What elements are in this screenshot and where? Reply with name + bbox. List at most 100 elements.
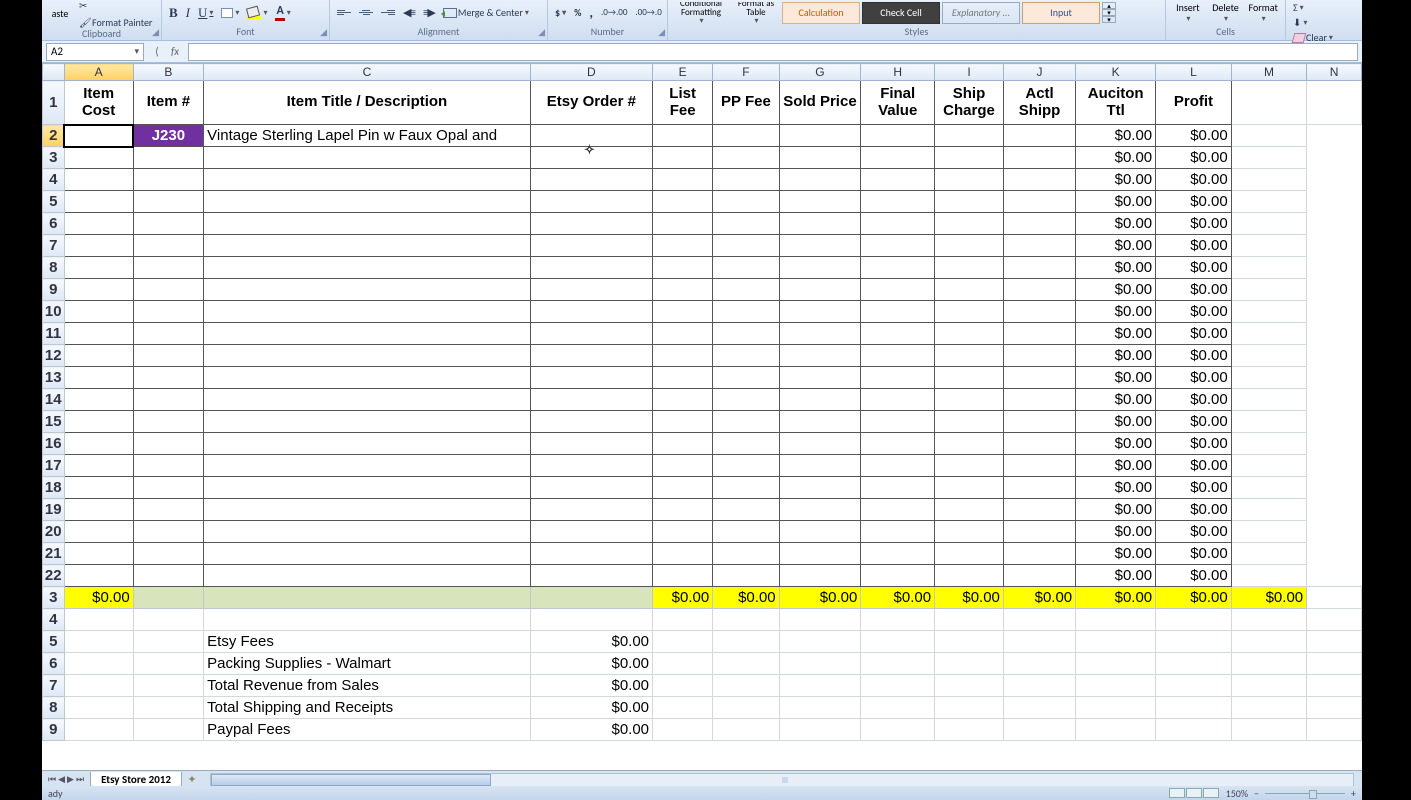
style-explanatory[interactable]: Explanatory ... (942, 2, 1020, 24)
summary-label[interactable]: Paypal Fees (204, 719, 531, 741)
cell[interactable] (935, 235, 1004, 257)
cell[interactable] (530, 499, 652, 521)
cell[interactable] (1076, 719, 1156, 741)
row-header[interactable]: 10 (43, 301, 65, 323)
cell[interactable] (935, 345, 1004, 367)
align-right-button[interactable] (378, 9, 398, 16)
cell[interactable] (1231, 257, 1306, 279)
header-cell[interactable]: Sold Price (779, 81, 861, 125)
cell[interactable] (133, 389, 203, 411)
dialog-launcher-icon[interactable]: ◢ (152, 27, 159, 38)
cell[interactable]: $0.00 (1076, 521, 1156, 543)
cell[interactable] (1231, 169, 1306, 191)
cell[interactable] (779, 367, 861, 389)
cell[interactable] (1231, 653, 1306, 675)
header-cell[interactable]: Ship Charge (935, 81, 1004, 125)
cell[interactable]: $0.00 (1156, 543, 1232, 565)
cell[interactable] (861, 499, 935, 521)
cell[interactable] (1076, 675, 1156, 697)
cell[interactable] (779, 631, 861, 653)
cell[interactable] (204, 301, 531, 323)
cell[interactable] (935, 675, 1004, 697)
cell[interactable] (861, 433, 935, 455)
cell[interactable] (133, 411, 203, 433)
cell[interactable] (935, 191, 1004, 213)
cell[interactable]: $0.00 (1076, 169, 1156, 191)
header-cell[interactable]: Item Cost (64, 81, 133, 125)
cell[interactable] (1231, 719, 1306, 741)
cell[interactable] (1003, 125, 1075, 147)
cell[interactable]: $0.00 (1156, 521, 1232, 543)
cell[interactable] (133, 367, 203, 389)
cell[interactable] (1156, 697, 1232, 719)
cell[interactable] (861, 323, 935, 345)
cell[interactable] (1076, 609, 1156, 631)
cell[interactable] (1003, 433, 1075, 455)
cell[interactable] (1307, 675, 1362, 697)
cell[interactable] (935, 499, 1004, 521)
cell[interactable] (653, 433, 713, 455)
cell[interactable] (530, 455, 652, 477)
cell[interactable] (779, 257, 861, 279)
row-header[interactable]: 17 (43, 455, 65, 477)
cell[interactable] (64, 499, 133, 521)
cell[interactable] (133, 653, 203, 675)
header-cell[interactable]: Etsy Order # (530, 81, 652, 125)
align-center-button[interactable] (356, 9, 376, 16)
cell[interactable] (64, 279, 133, 301)
summary-value[interactable]: $0.00 (530, 697, 652, 719)
underline-button[interactable]: U▾ (195, 4, 216, 22)
cell[interactable] (530, 323, 652, 345)
cell[interactable] (133, 433, 203, 455)
cell[interactable] (133, 257, 203, 279)
cell[interactable] (653, 521, 713, 543)
style-check-cell[interactable]: Check Cell (862, 2, 940, 24)
cell[interactable] (713, 235, 779, 257)
cell[interactable] (1003, 697, 1075, 719)
cell[interactable] (861, 653, 935, 675)
cell[interactable] (133, 697, 203, 719)
cell[interactable] (861, 455, 935, 477)
delete-button[interactable]: Delete▾ (1208, 1, 1244, 24)
style-input[interactable]: Input (1022, 2, 1100, 24)
cell[interactable] (779, 147, 861, 169)
dialog-launcher-icon[interactable]: ◢ (658, 27, 665, 38)
row-header[interactable]: 1 (43, 81, 65, 125)
cell[interactable] (64, 301, 133, 323)
cell[interactable]: $0.00 (1156, 323, 1232, 345)
header-cell[interactable]: PP Fee (713, 81, 779, 125)
cell[interactable] (133, 279, 203, 301)
cell[interactable] (204, 543, 531, 565)
total-cell[interactable]: $0.00 (861, 587, 935, 609)
cell[interactable] (1156, 609, 1232, 631)
cell[interactable] (779, 675, 861, 697)
total-cell[interactable] (204, 587, 531, 609)
cell[interactable] (1076, 631, 1156, 653)
cell[interactable] (1307, 697, 1362, 719)
cell[interactable]: $0.00 (1156, 279, 1232, 301)
cell[interactable] (713, 719, 779, 741)
decrease-indent-button[interactable]: ◀≡ (400, 5, 418, 20)
cell[interactable] (1231, 301, 1306, 323)
summary-label[interactable]: Total Shipping and Receipts (204, 697, 531, 719)
cell[interactable] (779, 719, 861, 741)
cell[interactable]: J230 (133, 125, 203, 147)
cell[interactable]: $0.00 (1156, 565, 1232, 587)
cell[interactable] (713, 411, 779, 433)
cell[interactable]: $0.00 (1156, 301, 1232, 323)
cell[interactable] (713, 433, 779, 455)
cell[interactable]: $0.00 (1076, 257, 1156, 279)
cell[interactable] (133, 477, 203, 499)
header-cell[interactable]: Auciton Ttl (1076, 81, 1156, 125)
row-header[interactable]: 3 (43, 587, 65, 609)
cell[interactable] (653, 499, 713, 521)
cell[interactable] (653, 235, 713, 257)
row-header[interactable]: 7 (43, 235, 65, 257)
cell[interactable] (861, 719, 935, 741)
cell[interactable] (530, 279, 652, 301)
cell[interactable] (64, 411, 133, 433)
cell[interactable] (1307, 609, 1362, 631)
cell[interactable] (1231, 191, 1306, 213)
cell[interactable] (530, 565, 652, 587)
cell[interactable] (861, 565, 935, 587)
